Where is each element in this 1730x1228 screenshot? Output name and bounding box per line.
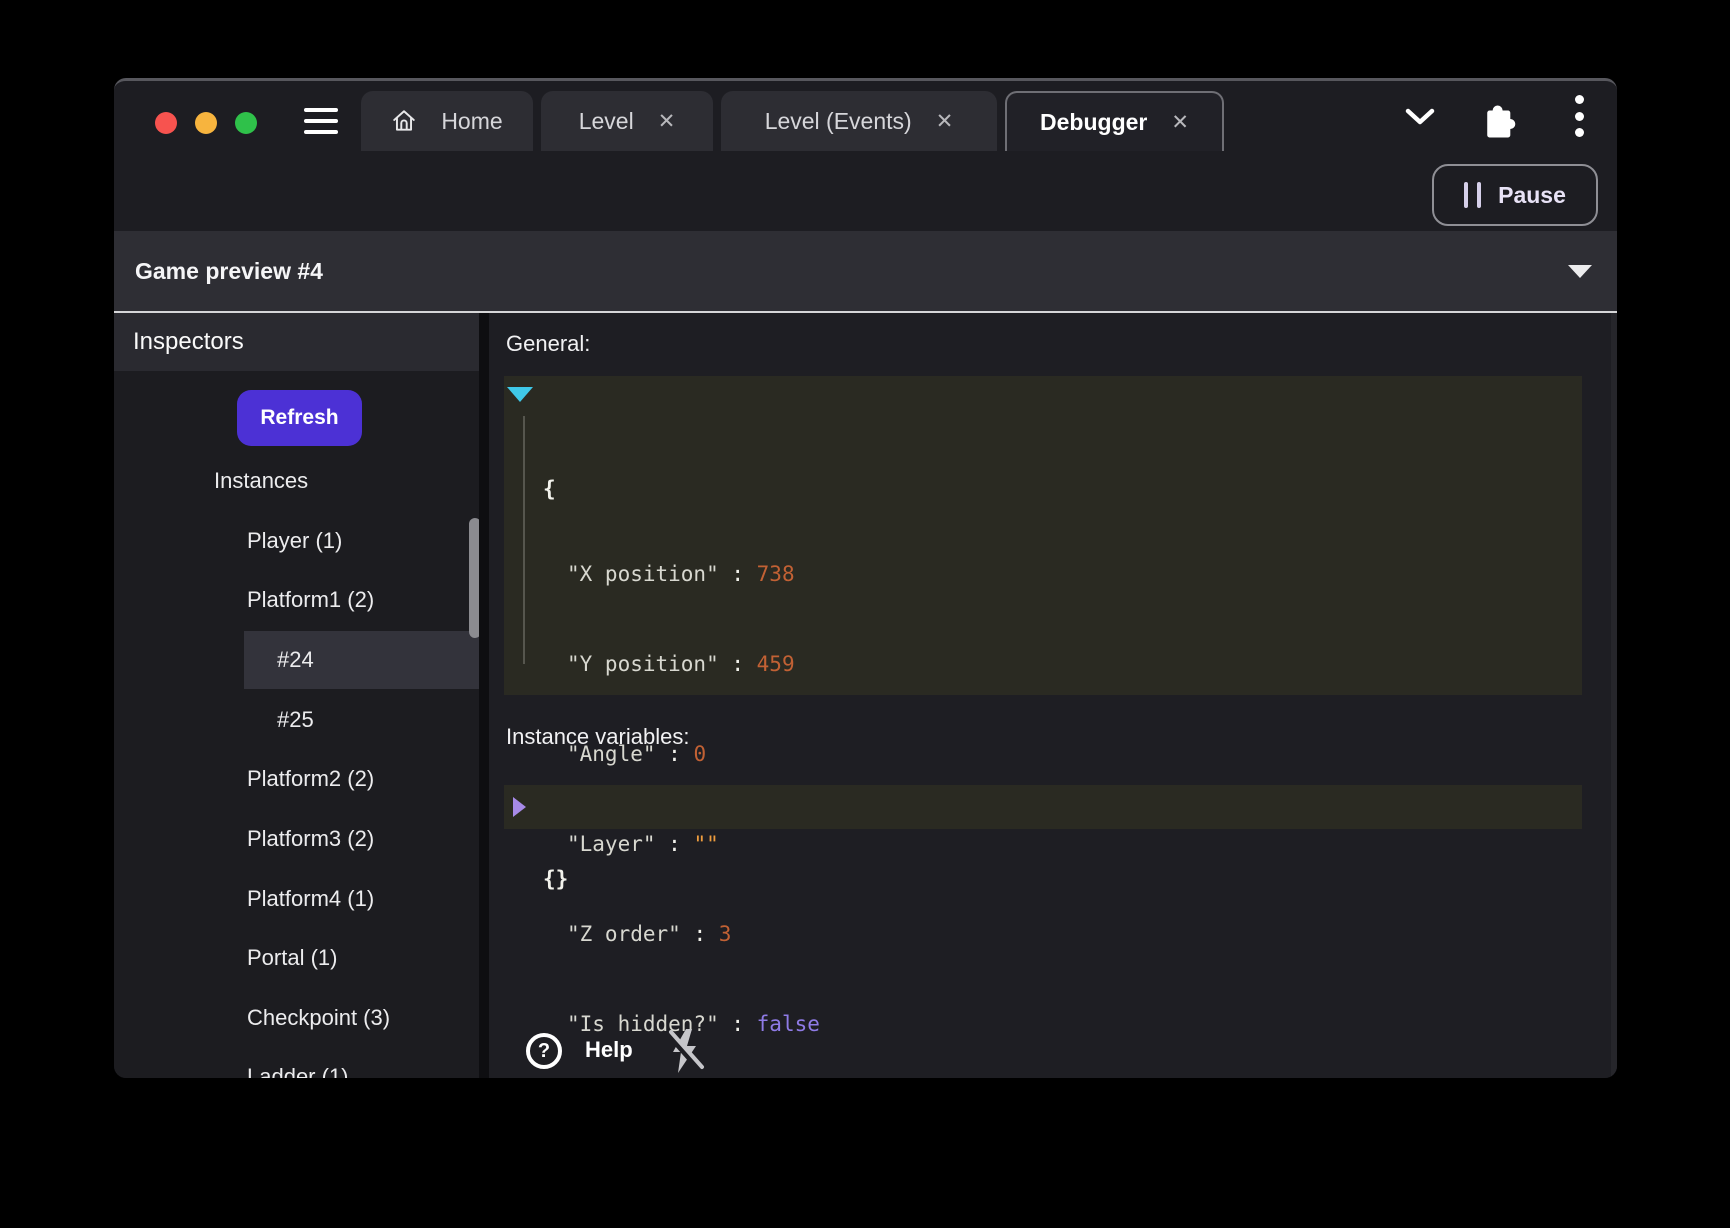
tree-item-platform3[interactable]: Platform3 (2) [114,810,479,868]
tab-strip: Home Level ✕ Level (Events) ✕ Debugger ✕ [361,91,1224,151]
dropdown-arrow-icon[interactable] [1568,265,1592,278]
help-icon[interactable]: ? [526,1033,562,1069]
kebab-menu-icon[interactable] [1575,95,1585,137]
instance-variables-label: Instance variables: [506,724,689,750]
collapse-arrow-icon[interactable] [507,387,533,402]
sidebar-scrollbar[interactable] [469,518,479,638]
sidebar-title: Inspectors [133,328,244,356]
app-window: Home Level ✕ Level (Events) ✕ Debugger ✕ [114,78,1617,1078]
tab-bar: Home Level ✕ Level (Events) ✕ Debugger ✕ [114,81,1617,151]
flash-off-icon[interactable] [664,1027,706,1075]
home-icon [391,108,417,134]
json-value: 738 [757,562,795,586]
tab-debugger[interactable]: Debugger ✕ [1005,91,1224,151]
indent-guide [523,416,525,664]
tab-level-events[interactable]: Level (Events) ✕ [721,91,997,151]
tree-item-instance-25[interactable]: #25 [114,691,479,749]
preview-selector-bar[interactable]: Game preview #4 [114,231,1617,311]
inspector-detail-panel: General: { "X position" : 738 "Y positio… [489,313,1617,1078]
general-section-label: General: [506,331,590,357]
minimize-window-button[interactable] [195,112,217,134]
tab-home[interactable]: Home [361,91,533,151]
open-brace: { [543,477,556,501]
json-row: "Y position" : 459 [504,643,1582,685]
tree-item-platform2[interactable]: Platform2 (2) [114,750,479,808]
pause-icon [1464,182,1481,208]
chevron-down-icon[interactable] [1405,108,1435,125]
close-icon[interactable]: ✕ [658,111,676,132]
tab-level[interactable]: Level ✕ [541,91,713,151]
tab-label: Home [441,108,502,135]
tree-item-portal[interactable]: Portal (1) [114,929,479,987]
tree-item-platform4[interactable]: Platform4 (1) [114,870,479,928]
panel-edge [1611,313,1617,1078]
maximize-window-button[interactable] [235,112,257,134]
collapsed-object: {} [543,867,568,891]
tree-item-instances[interactable]: Instances [114,452,479,510]
close-icon[interactable]: ✕ [936,111,954,132]
tree-item-instance-24[interactable]: #24 [244,631,479,689]
preview-title: Game preview #4 [135,258,323,285]
puzzle-extensions-icon[interactable] [1478,99,1518,139]
tree-item-player[interactable]: Player (1) [114,512,479,570]
window-controls [155,112,257,134]
vertical-divider[interactable] [479,313,489,1078]
tab-label: Level [579,108,634,135]
debugger-body: Inspectors Refresh Instances Player (1) … [114,313,1617,1078]
instance-variables-json-viewer: {} [504,785,1582,829]
tree-item-checkpoint[interactable]: Checkpoint (3) [114,989,479,1047]
refresh-button[interactable]: Refresh [237,390,362,446]
tree-item-ladder[interactable]: Ladder (1) [114,1048,479,1078]
json-value: false [757,1012,820,1036]
desktop-background: Home Level ✕ Level (Events) ✕ Debugger ✕ [0,0,1730,1228]
general-json-viewer: { "X position" : 738 "Y position" : 459 … [504,376,1582,695]
pause-button[interactable]: Pause [1432,164,1598,226]
debugger-toolbar: Pause [114,151,1617,231]
tree-item-platform1[interactable]: Platform1 (2) [114,571,479,629]
close-icon[interactable]: ✕ [1171,112,1189,133]
close-window-button[interactable] [155,112,177,134]
menu-icon[interactable] [304,108,338,134]
expand-arrow-icon[interactable] [513,797,526,817]
sidebar-header: Inspectors [114,313,479,371]
pause-label: Pause [1498,182,1566,209]
json-value: 0 [693,742,706,766]
help-button[interactable]: Help [585,1037,633,1063]
tab-label: Debugger [1040,109,1147,136]
inspectors-sidebar: Inspectors Refresh Instances Player (1) … [114,313,479,1078]
tab-label: Level (Events) [765,108,912,135]
json-value: 459 [757,652,795,676]
json-row: "X position" : 738 [504,553,1582,595]
